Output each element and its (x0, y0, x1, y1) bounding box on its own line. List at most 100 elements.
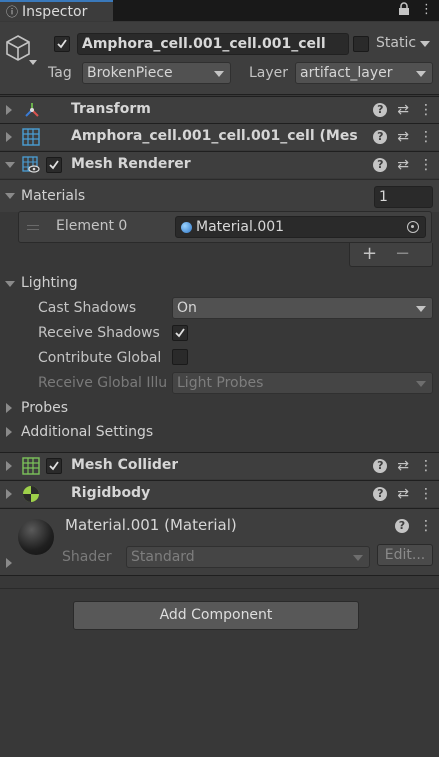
tag-dropdown[interactable]: BrokenPiece (82, 62, 231, 84)
cast-shadows-label: Cast Shadows (38, 300, 137, 316)
kebab-menu-icon[interactable]: ⋮ (419, 518, 433, 534)
mesh-collider-header[interactable]: Mesh Collider ? ⇄ ⋮ (0, 452, 439, 479)
help-icon[interactable]: ? (373, 130, 388, 144)
contribute-global-label: Contribute Global (38, 350, 162, 366)
kebab-menu-icon[interactable]: ⋮ (419, 486, 433, 502)
foldout-collapsed-icon[interactable] (6, 403, 12, 413)
foldout-collapsed-icon[interactable] (6, 105, 12, 115)
contribute-global-checkbox[interactable] (172, 349, 188, 365)
check-icon (49, 461, 59, 471)
component-actions: ? ⇄ ⋮ (373, 129, 433, 145)
mesh-renderer-enabled-checkbox[interactable] (46, 157, 62, 173)
materials-header-row: Materials 1 (0, 179, 439, 212)
help-icon[interactable]: ? (373, 459, 388, 473)
kebab-menu-icon[interactable]: ⋮ (419, 157, 433, 173)
tab-bar: ⓘ Inspector ⋮ (0, 0, 439, 21)
tag-label: Tag (48, 65, 72, 81)
active-checkbox[interactable] (54, 36, 70, 52)
help-icon[interactable]: ? (373, 158, 388, 172)
transform-header[interactable]: Transform ? ⇄ ⋮ (0, 96, 439, 123)
chevron-down-icon (416, 71, 426, 77)
static-label[interactable]: Static (376, 35, 416, 51)
lock-icon[interactable] (398, 2, 410, 20)
static-checkbox[interactable] (353, 36, 369, 52)
help-icon[interactable]: ? (373, 487, 388, 501)
layer-dropdown[interactable]: artifact_layer (295, 62, 433, 84)
receive-global-illumination-label: Receive Global Illu (38, 375, 168, 391)
mesh-filter-header[interactable]: Amphora_cell.001_cell.001_cell (Mesh ? ⇄… (0, 123, 439, 150)
foldout-collapsed-icon[interactable] (6, 558, 12, 568)
kebab-menu-icon[interactable]: ⋮ (420, 2, 433, 20)
kebab-menu-icon[interactable]: ⋮ (419, 102, 433, 118)
help-icon[interactable]: ? (373, 103, 388, 117)
component-actions: ? ⇄ ⋮ (373, 458, 433, 474)
mesh-filter-title: Amphora_cell.001_cell.001_cell (Mesh (71, 128, 358, 144)
foldout-collapsed-icon[interactable] (6, 427, 12, 437)
material-actions: ? ⋮ (395, 518, 433, 534)
mesh-collider-enabled-checkbox[interactable] (46, 458, 62, 474)
materials-label[interactable]: Materials (21, 188, 85, 204)
remove-element-button[interactable]: − (395, 243, 410, 264)
foldout-collapsed-icon[interactable] (6, 489, 12, 499)
info-icon: ⓘ (6, 4, 19, 19)
presets-icon[interactable]: ⇄ (397, 486, 409, 502)
edit-shader-button[interactable]: Edit... (377, 544, 433, 566)
add-component-button[interactable]: Add Component (73, 601, 359, 630)
mesh-renderer-header[interactable]: Mesh Renderer ? ⇄ ⋮ (0, 151, 439, 178)
presets-icon[interactable]: ⇄ (397, 458, 409, 474)
check-icon (49, 160, 59, 170)
component-actions: ? ⇄ ⋮ (373, 157, 433, 173)
mesh-renderer-icon (22, 156, 40, 178)
receive-gi-value: Light Probes (177, 375, 264, 391)
lighting-label[interactable]: Lighting (21, 275, 78, 291)
kebab-menu-icon[interactable]: ⋮ (419, 458, 433, 474)
chevron-down-icon (416, 306, 426, 312)
element-0-object-field[interactable]: Material.001 (175, 216, 426, 238)
probes-label[interactable]: Probes (21, 400, 68, 416)
chevron-down-icon (416, 381, 426, 387)
gameobject-name-field[interactable]: Amphora_cell.001_cell.001_cell (77, 33, 349, 55)
chevron-down-icon (353, 555, 363, 561)
separator (0, 588, 439, 589)
shader-dropdown[interactable]: Standard (126, 546, 370, 568)
material-preview-sphere[interactable] (18, 519, 54, 555)
foldout-collapsed-icon[interactable] (6, 132, 12, 142)
drag-handle-icon[interactable] (27, 225, 39, 230)
static-dropdown-caret-icon[interactable] (420, 41, 430, 47)
foldout-expanded-icon[interactable] (5, 281, 15, 287)
transform-icon (23, 101, 41, 123)
presets-icon[interactable]: ⇄ (397, 102, 409, 118)
presets-icon[interactable]: ⇄ (397, 157, 409, 173)
add-element-button[interactable]: + (362, 243, 377, 264)
presets-icon[interactable]: ⇄ (397, 129, 409, 145)
layer-value: artifact_layer (300, 65, 393, 81)
receive-global-illumination-dropdown[interactable]: Light Probes (172, 372, 433, 394)
mesh-collider-grid-icon (22, 457, 40, 479)
icon-dropdown-caret-icon[interactable] (29, 60, 37, 65)
shader-label: Shader (62, 549, 112, 565)
foldout-expanded-icon[interactable] (5, 193, 15, 199)
tab-title: Inspector (22, 3, 88, 20)
transform-title: Transform (71, 101, 151, 117)
kebab-menu-icon[interactable]: ⋮ (419, 129, 433, 145)
gameobject-cube-icon[interactable] (5, 34, 31, 66)
material-sphere-icon (181, 222, 192, 233)
materials-list: Element 0 Material.001 (18, 211, 432, 243)
receive-shadows-checkbox[interactable] (172, 325, 188, 341)
mesh-renderer-title: Mesh Renderer (71, 156, 191, 172)
cast-shadows-dropdown[interactable]: On (172, 297, 433, 319)
tab-inspector[interactable]: ⓘ Inspector (0, 0, 113, 21)
material-section: Material.001 (Material) ? ⋮ Shader Stand… (0, 508, 439, 576)
materials-count-field[interactable]: 1 (374, 186, 433, 208)
material-title: Material.001 (Material) (65, 516, 237, 534)
receive-shadows-label: Receive Shadows (38, 325, 160, 341)
help-icon[interactable]: ? (395, 519, 409, 533)
mesh-collider-title: Mesh Collider (71, 457, 179, 473)
object-picker-icon[interactable] (407, 221, 419, 233)
materials-footer: + − (349, 243, 433, 267)
foldout-collapsed-icon[interactable] (6, 461, 12, 471)
additional-settings-label[interactable]: Additional Settings (21, 424, 153, 440)
foldout-expanded-icon[interactable] (5, 162, 15, 168)
rigidbody-header[interactable]: Rigidbody ? ⇄ ⋮ (0, 480, 439, 507)
component-actions: ? ⇄ ⋮ (373, 486, 433, 502)
